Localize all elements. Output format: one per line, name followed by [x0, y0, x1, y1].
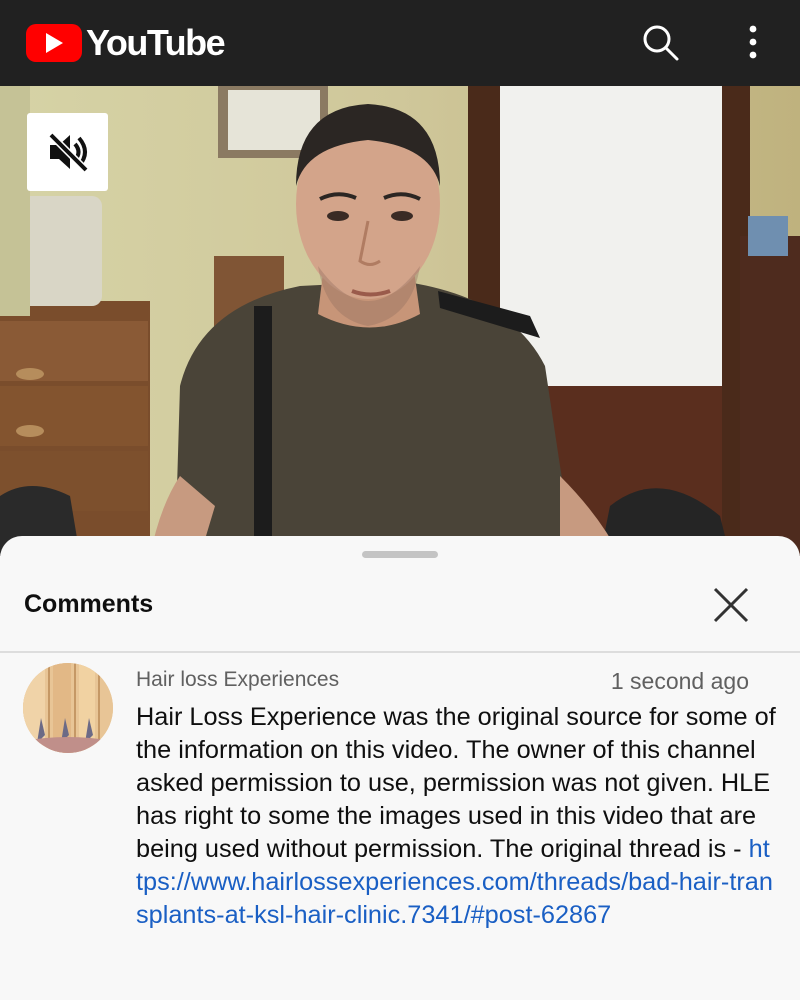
more-options-button[interactable] [731, 20, 775, 64]
avatar[interactable] [23, 663, 113, 753]
comment-author[interactable]: Hair loss Experiences [136, 668, 339, 692]
search-button[interactable] [638, 20, 682, 64]
comment-text: Hair Loss Experience was the original so… [136, 703, 776, 863]
mute-button[interactable] [27, 113, 108, 191]
top-app-bar: YouTube [0, 0, 800, 86]
youtube-logo[interactable]: YouTube [26, 22, 226, 64]
comment-item: Hair loss Experiences 1 second ago Hair … [0, 653, 800, 1000]
comment-timestamp: 1 second ago [610, 668, 749, 694]
comments-panel: Comments Hair loss Experiences 1 second … [0, 536, 800, 1000]
video-frame [0, 86, 800, 556]
volume-off-icon [48, 132, 88, 173]
close-icon [713, 587, 749, 623]
comment-body: Hair Loss Experience was the original so… [136, 701, 776, 932]
avatar-image [23, 663, 113, 753]
close-comments-button[interactable] [706, 580, 756, 630]
comments-title: Comments [24, 590, 154, 618]
youtube-play-icon [26, 24, 82, 62]
logo-text: YouTube [86, 22, 226, 63]
more-vert-icon [749, 25, 757, 59]
search-icon [643, 25, 679, 61]
video-player[interactable] [0, 86, 800, 556]
drag-handle[interactable] [362, 551, 438, 558]
